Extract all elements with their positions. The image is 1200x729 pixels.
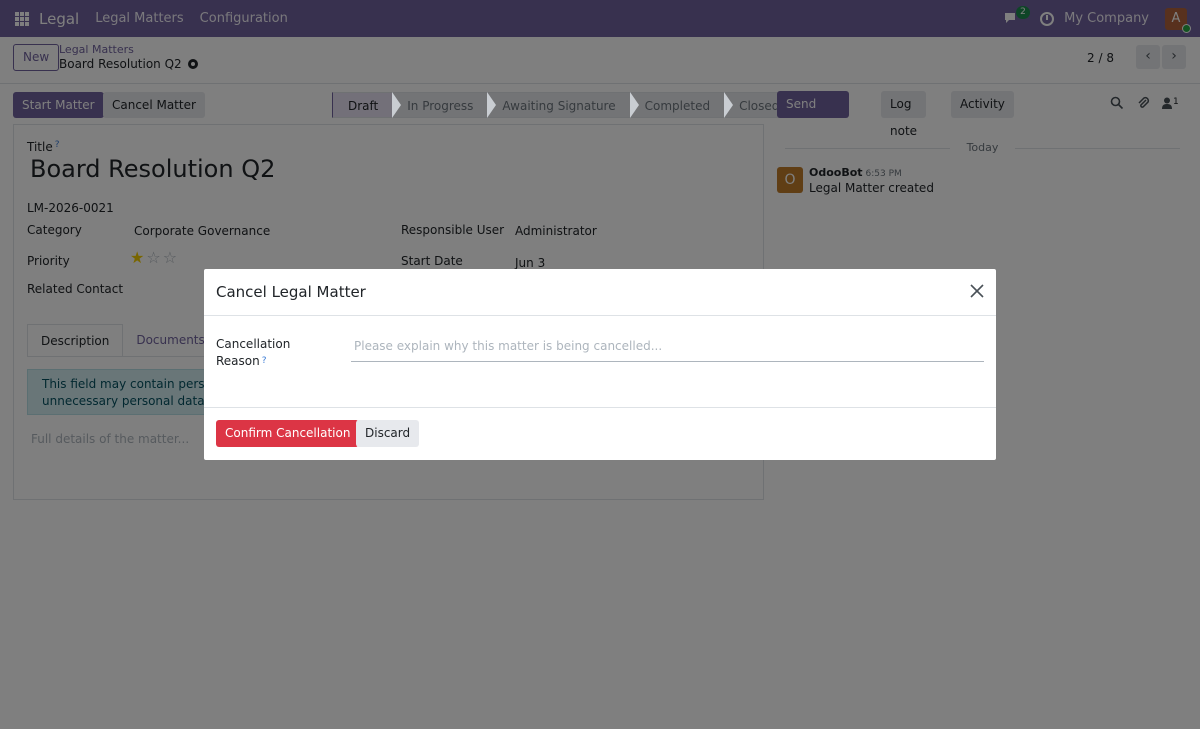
cancellation-reason-help-icon[interactable]: ?	[262, 356, 267, 366]
dialog-header: Cancel Legal Matter	[204, 269, 996, 316]
dialog-title: Cancel Legal Matter	[216, 283, 366, 301]
dialog-body: Cancellation Reason?	[204, 316, 996, 408]
cancellation-reason-input[interactable]	[351, 330, 984, 362]
cancellation-reason-label-text: Cancellation Reason	[216, 337, 291, 368]
close-icon[interactable]	[968, 282, 986, 300]
cancel-matter-dialog: Cancel Legal Matter Cancellation Reason?…	[204, 269, 996, 460]
cancellation-reason-label: Cancellation Reason?	[216, 336, 326, 370]
dialog-footer: Confirm Cancellation Discard	[204, 408, 996, 460]
confirm-cancellation-button[interactable]: Confirm Cancellation	[216, 420, 360, 447]
discard-button[interactable]: Discard	[356, 420, 420, 447]
